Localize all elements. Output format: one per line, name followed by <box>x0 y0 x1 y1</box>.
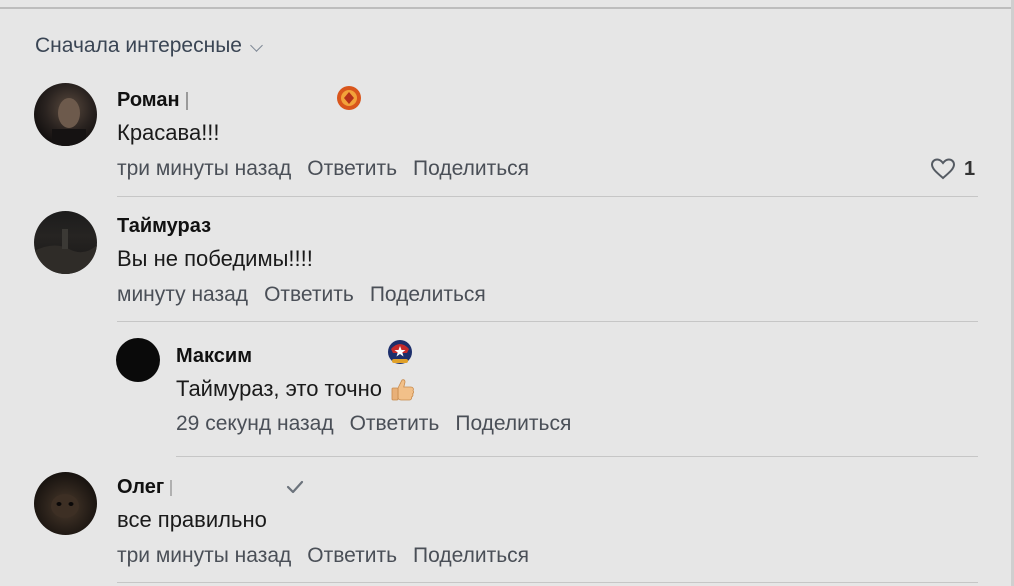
checkmark-icon <box>286 480 304 494</box>
like-count: 1 <box>964 157 976 180</box>
author-name[interactable]: Таймураз <box>117 215 211 238</box>
share-button[interactable]: Поделиться <box>370 283 486 307</box>
reply-button[interactable]: Ответить <box>264 283 354 307</box>
comment-divider <box>117 196 978 197</box>
avatar-photo <box>51 494 79 518</box>
comment-text: Вы не победимы!!!! <box>117 246 313 271</box>
avatar-photo <box>34 229 97 274</box>
avatar[interactable] <box>34 83 97 146</box>
name-redacted <box>185 91 188 110</box>
share-button[interactable]: Поделиться <box>413 157 529 181</box>
author-name-row: Олег <box>117 476 173 499</box>
comment-meta: минуту назад Ответить Поделиться <box>117 283 502 307</box>
comment-divider <box>117 321 978 322</box>
avatar[interactable] <box>34 211 97 274</box>
comment-time[interactable]: 29 секунд назад <box>176 412 334 436</box>
comment-time[interactable]: три минуты назад <box>117 157 291 181</box>
share-button[interactable]: Поделиться <box>455 412 571 436</box>
author-name-row: Таймураз <box>117 215 211 238</box>
heart-icon <box>930 158 956 180</box>
chevron-down-icon <box>250 38 263 52</box>
comment-text: Таймураз, это точно <box>176 376 417 404</box>
thumbs-up-emoji-icon <box>391 379 415 401</box>
comments-page: Сначала интересные Роман Красава!!! три … <box>0 0 1014 586</box>
comment-time[interactable]: три минуты назад <box>117 544 291 568</box>
comment-time[interactable]: минуту назад <box>117 283 248 307</box>
avatar-photo <box>52 98 86 146</box>
avatar[interactable] <box>116 338 160 382</box>
comment-text: Красава!!! <box>117 120 220 145</box>
author-name[interactable]: Роман <box>117 89 180 112</box>
comment-text: все правильно <box>117 507 267 532</box>
comment-text-content: Таймураз, это точно <box>176 376 382 401</box>
share-button[interactable]: Поделиться <box>413 544 529 568</box>
community-badge-icon <box>337 86 361 110</box>
comment-meta: три минуты назад Ответить Поделиться <box>117 157 545 181</box>
reply-button[interactable]: Ответить <box>307 157 397 181</box>
reply-button[interactable]: Ответить <box>307 544 397 568</box>
sort-label: Сначала интересные <box>35 34 242 57</box>
comment-meta: 29 секунд назад Ответить Поделиться <box>176 412 587 436</box>
like-button[interactable]: 1 <box>930 157 975 181</box>
comment-divider <box>176 456 978 457</box>
author-name[interactable]: Олег <box>117 476 164 499</box>
reply-button[interactable]: Ответить <box>350 412 440 436</box>
avatar[interactable] <box>34 472 97 535</box>
comment-meta: три минуты назад Ответить Поделиться <box>117 544 545 568</box>
author-name[interactable]: Максим <box>176 345 252 368</box>
top-divider <box>0 7 1014 9</box>
author-name-row: Роман <box>117 89 188 112</box>
community-badge-icon <box>388 340 412 364</box>
author-name-row: Максим <box>176 345 252 368</box>
sort-dropdown[interactable]: Сначала интересные <box>35 34 263 58</box>
comment-divider <box>117 582 978 583</box>
name-redacted <box>170 479 173 496</box>
